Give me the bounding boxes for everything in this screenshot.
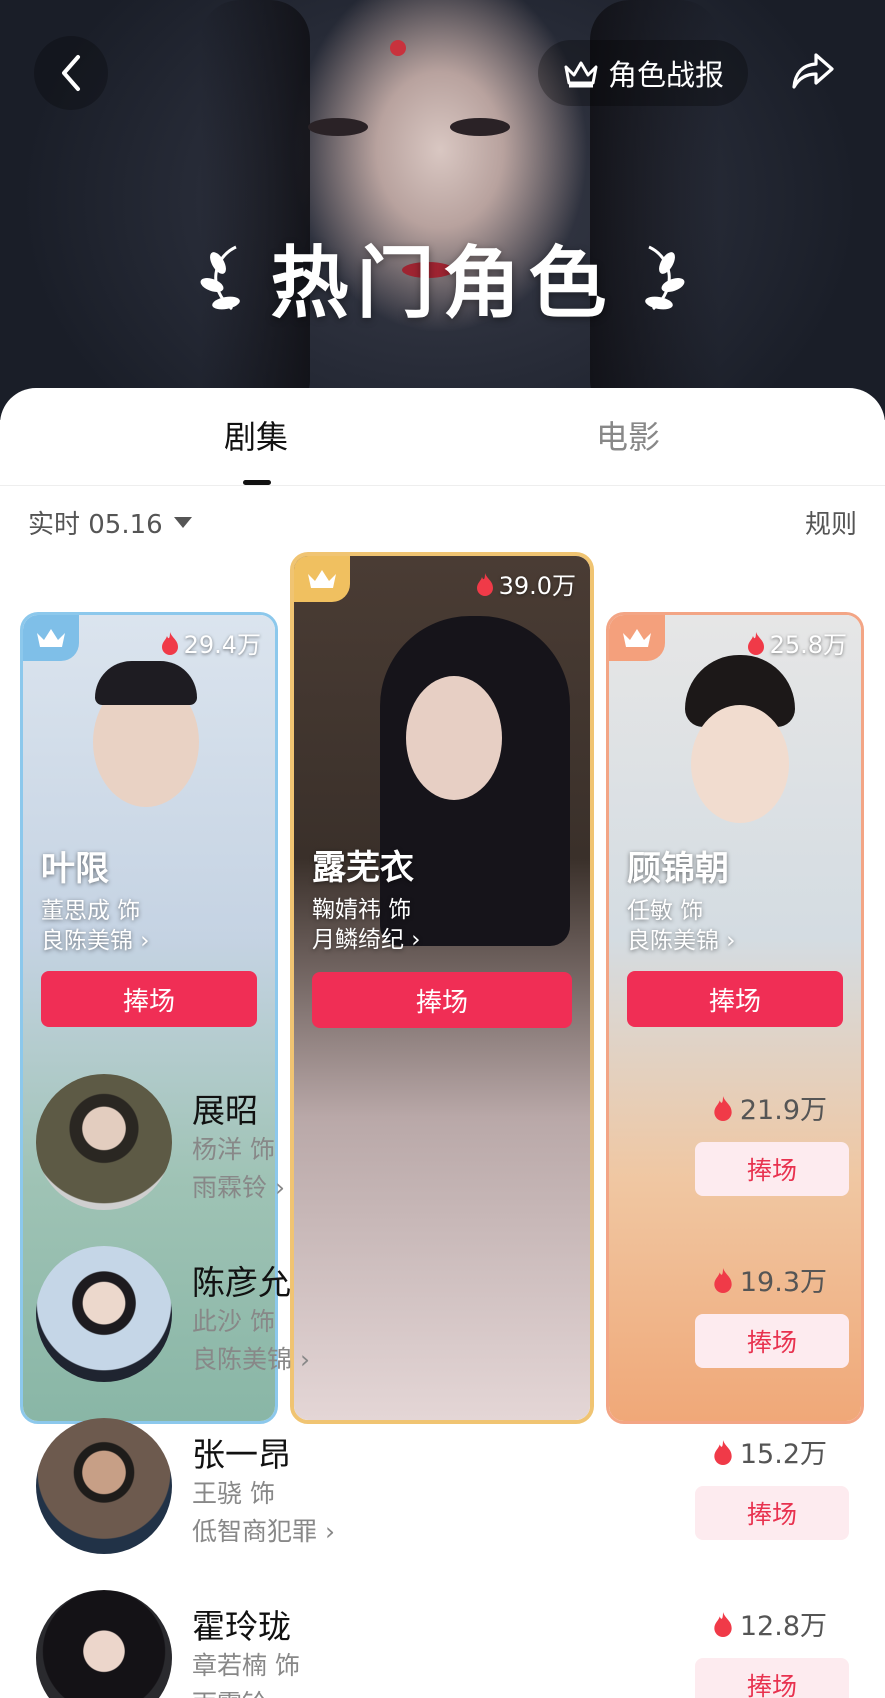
drama-title: 良陈美锦 <box>41 928 133 954</box>
list-item[interactable]: 张一昂 王骁 饰 低智商犯罪 › 15.2万 捧场 <box>0 1418 885 1578</box>
cheer-button[interactable]: 捧场 <box>695 1142 849 1196</box>
character-name: 露芜衣 <box>312 848 414 888</box>
heat-score: 12.8万 <box>712 1604 827 1643</box>
tab-series[interactable]: 剧集 <box>224 412 288 458</box>
active-tab-indicator <box>243 480 271 485</box>
rank-badge <box>23 615 79 661</box>
caret-down-icon <box>173 516 192 528</box>
hero-banner: 角色战报 热门角色 <box>0 0 885 420</box>
drama-link[interactable]: 月鳞绮纪 › <box>312 920 421 954</box>
hero-title-wrap: 热门角色 <box>0 222 885 332</box>
heat-value: 15.2万 <box>739 1439 827 1470</box>
character-name: 展昭 <box>192 1091 258 1130</box>
rank-badge <box>294 556 350 602</box>
cheer-button[interactable]: 捧场 <box>627 971 843 1027</box>
heat-score: 21.9万 <box>712 1088 827 1127</box>
crown-icon <box>623 629 651 647</box>
character-name: 霍玲珑 <box>192 1607 291 1646</box>
drama-title: 月鳞绮纪 <box>312 927 404 953</box>
content-sheet: 剧集 电影 实时 05.16 规则 29.4万 叶限 董思成 饰 良陈美锦 › … <box>0 388 885 1698</box>
heat-value: 21.9万 <box>739 1095 827 1126</box>
drama-link[interactable]: 雨霖铃 › <box>192 1168 285 1204</box>
actor-name: 王骁 饰 <box>192 1479 275 1508</box>
photo-hair <box>95 661 197 705</box>
laurel-right-icon <box>644 245 684 311</box>
crown-icon <box>564 61 598 88</box>
date-filter-label: 实时 05.16 <box>28 510 163 540</box>
drama-link[interactable]: 低智商犯罪 › <box>192 1512 335 1548</box>
character-name: 张一昂 <box>192 1435 291 1474</box>
list-item[interactable]: 展昭 杨洋 饰 雨霖铃 › 21.9万 捧场 <box>0 1074 885 1234</box>
avatar <box>36 1418 172 1554</box>
flame-icon <box>714 1267 732 1293</box>
flame-icon <box>714 1439 732 1465</box>
flame-icon <box>714 1095 732 1121</box>
heat-value: 25.8万 <box>769 631 847 659</box>
share-icon <box>792 53 834 89</box>
avatar <box>36 1246 172 1382</box>
photo-face <box>691 705 789 823</box>
hero-image-shade-left <box>200 0 310 420</box>
share-button[interactable] <box>778 36 848 106</box>
actor-name: 章若楠 饰 <box>192 1651 300 1680</box>
actor-name: 杨洋 饰 <box>192 1135 275 1164</box>
hero-image-forehead-mark <box>390 40 406 56</box>
role-report-label: 角色战报 <box>607 58 724 92</box>
role-report-button[interactable]: 角色战报 <box>538 40 748 106</box>
heat-score: 39.0万 <box>475 566 576 601</box>
avatar <box>36 1590 172 1698</box>
crown-icon <box>37 629 65 647</box>
page-title: 热门角色 <box>270 239 615 329</box>
drama-link[interactable]: 良陈美锦 › <box>41 921 150 955</box>
rules-link[interactable]: 规则 <box>805 504 857 541</box>
date-filter[interactable]: 实时 05.16 <box>28 504 193 541</box>
back-button[interactable] <box>34 36 108 110</box>
heat-value: 12.8万 <box>739 1611 827 1642</box>
drama-title: 雨霖铃 <box>192 1173 268 1202</box>
cheer-button[interactable]: 捧场 <box>695 1486 849 1540</box>
cheer-button[interactable]: 捧场 <box>695 1314 849 1368</box>
crown-icon <box>308 570 336 588</box>
heat-score: 25.8万 <box>746 625 847 660</box>
drama-link[interactable]: 良陈美锦 › <box>192 1340 310 1376</box>
heat-value: 39.0万 <box>498 572 576 600</box>
hero-image-eye <box>450 118 510 136</box>
hero-image-eye <box>308 118 368 136</box>
actor-name: 鞠婧祎 饰 <box>312 897 412 923</box>
actor-name: 任敏 饰 <box>627 898 704 924</box>
laurel-left-icon <box>201 245 241 311</box>
drama-title: 良陈美锦 <box>627 928 719 954</box>
cheer-button[interactable]: 捧场 <box>312 972 572 1028</box>
cheer-button[interactable]: 捧场 <box>41 971 257 1027</box>
chevron-left-icon <box>62 55 80 91</box>
tab-movies[interactable]: 电影 <box>596 412 660 458</box>
drama-title: 雨霖铃 <box>192 1689 267 1698</box>
heat-score: 19.3万 <box>712 1260 827 1299</box>
list-item[interactable]: 陈彦允 此沙 饰 良陈美锦 › 19.3万 捧场 <box>0 1246 885 1406</box>
actor-name: 董思成 饰 <box>41 898 141 924</box>
cheer-button[interactable]: 捧场 <box>695 1658 849 1698</box>
actor-name: 此沙 饰 <box>192 1307 275 1336</box>
flame-icon <box>747 631 764 655</box>
flame-icon <box>714 1611 732 1637</box>
heat-score: 29.4万 <box>160 625 261 660</box>
heat-value: 29.4万 <box>183 631 261 659</box>
avatar <box>36 1074 172 1210</box>
drama-link[interactable]: 雨霖铃 › <box>192 1684 285 1698</box>
character-name: 叶限 <box>41 849 109 889</box>
drama-title: 良陈美锦 <box>192 1345 293 1374</box>
flame-icon <box>476 572 493 596</box>
heat-score: 15.2万 <box>712 1432 827 1471</box>
character-name: 陈彦允 <box>192 1263 291 1302</box>
drama-title: 低智商犯罪 <box>192 1517 318 1546</box>
heat-value: 19.3万 <box>739 1267 827 1298</box>
character-name: 顾锦朝 <box>627 849 729 889</box>
photo-face <box>406 676 502 800</box>
list-item[interactable]: 霍玲珑 章若楠 饰 雨霖铃 › 12.8万 捧场 <box>0 1590 885 1698</box>
drama-link[interactable]: 良陈美锦 › <box>627 921 736 955</box>
flame-icon <box>161 631 178 655</box>
rank-badge <box>609 615 665 661</box>
tab-bar: 剧集 电影 <box>0 388 885 486</box>
